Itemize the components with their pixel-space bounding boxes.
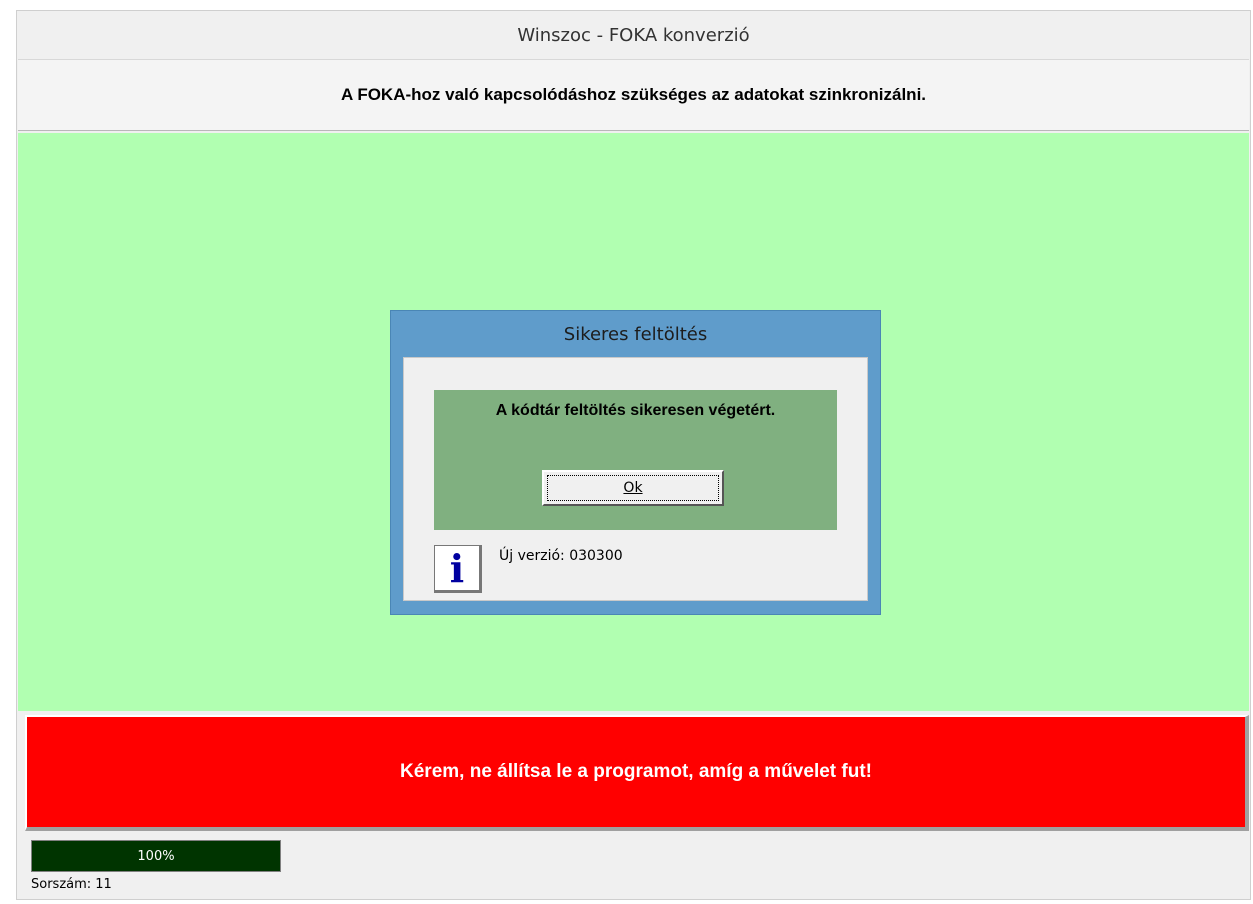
ok-button[interactable]: Ok: [542, 470, 724, 506]
ok-button-inner: Ok: [547, 475, 719, 501]
info-icon: i: [434, 545, 482, 593]
message-panel: A kódtár feltöltés sikeresen végetért. O…: [434, 390, 837, 530]
progress-bar: 100%: [31, 840, 281, 872]
warning-banner: Kérem, ne állítsa le a programot, amíg a…: [25, 715, 1249, 831]
version-text: Új verzió: 030300: [499, 548, 623, 564]
dialog-body: A kódtár feltöltés sikeresen végetért. O…: [403, 357, 868, 601]
window-title: Winszoc - FOKA konverzió: [517, 24, 750, 46]
header-panel: A FOKA-hoz való kapcsolódáshoz szükséges…: [18, 59, 1249, 131]
content-area: Sikeres feltöltés A kódtár feltöltés sik…: [18, 133, 1249, 711]
main-window: Winszoc - FOKA konverzió A FOKA-hoz való…: [16, 10, 1251, 900]
status-text: Sorszám: 11: [31, 877, 112, 892]
success-dialog: Sikeres feltöltés A kódtár feltöltés sik…: [390, 310, 881, 615]
dialog-message: A kódtár feltöltés sikeresen végetért.: [495, 402, 776, 419]
progress-label: 100%: [137, 848, 175, 864]
ok-button-label: Ok: [623, 480, 643, 496]
window-titlebar[interactable]: Winszoc - FOKA konverzió: [17, 11, 1250, 59]
warning-text: Kérem, ne állítsa le a programot, amíg a…: [400, 761, 872, 782]
dialog-title[interactable]: Sikeres feltöltés: [391, 311, 880, 357]
header-text: A FOKA-hoz való kapcsolódáshoz szükséges…: [340, 85, 927, 104]
